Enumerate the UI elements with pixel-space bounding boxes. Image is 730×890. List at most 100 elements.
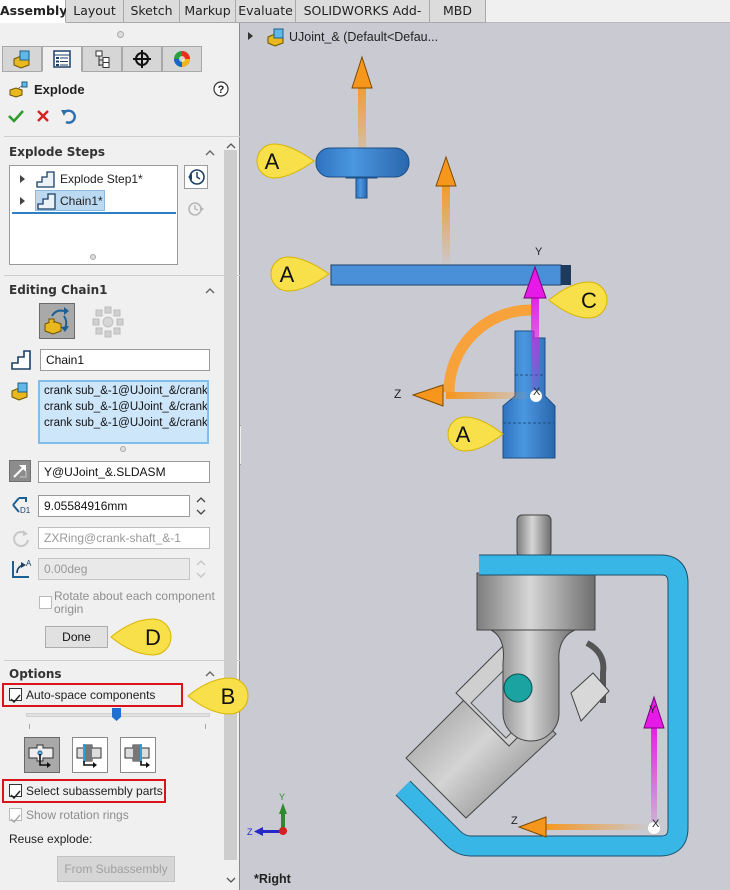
direction-button[interactable] [9, 460, 31, 482]
show-rotation-rings-checkbox[interactable] [9, 808, 22, 824]
tab-mbd[interactable]: MBD [430, 0, 486, 23]
tab-evaluate[interactable]: Evaluate [236, 0, 296, 23]
done-button[interactable]: Done [45, 626, 108, 648]
axis-label-z-bottom: Z [511, 815, 518, 827]
property-list-icon [53, 50, 71, 68]
explode-steps-list[interactable]: Explode Step1* Chain1* [9, 165, 178, 265]
explode-direction-field[interactable]: Y@UJoint_&.SLDASM [38, 461, 210, 483]
feature-manager-tab[interactable] [2, 46, 42, 72]
configuration-tree-icon [95, 50, 110, 68]
assembly-icon [13, 50, 30, 69]
list-resize-grip[interactable] [90, 254, 96, 260]
knob-part[interactable] [315, 147, 410, 199]
step-label[interactable]: Chain1* [60, 194, 103, 208]
select-subassembly-label: Select subassembly parts [26, 784, 163, 798]
panel-scrollbar-thumb[interactable] [224, 150, 237, 860]
list-resize-grip[interactable] [120, 446, 126, 452]
spacing-right-icon [124, 744, 150, 768]
spacing-mode-left-button[interactable] [72, 737, 108, 773]
distance-spinner[interactable] [194, 495, 208, 517]
component-item[interactable]: crank sub_&-1@UJoint_&/crank [44, 399, 207, 415]
rotation-angle-icon: A [12, 559, 32, 578]
explode-step-icon [36, 171, 55, 188]
step-label[interactable]: Explode Step1* [60, 172, 143, 186]
regular-step-button[interactable] [39, 303, 75, 339]
undo-icon[interactable] [60, 107, 78, 125]
component-item[interactable]: crank sub_&-1@UJoint_&/crank [44, 415, 207, 431]
chain-arrow-y[interactable] [643, 695, 665, 828]
roll-forward-clock-icon[interactable] [187, 200, 205, 218]
components-icon [11, 382, 28, 401]
tab-sketch[interactable]: Sketch [124, 0, 180, 23]
slider-tick [205, 724, 206, 729]
axis-label-z-mid: Z [394, 387, 401, 401]
svg-text:D1: D1 [20, 506, 31, 515]
callout-a-crank: A [447, 416, 504, 452]
help-icon[interactable]: ? [213, 81, 229, 97]
explode-arrow-plate[interactable] [435, 155, 457, 268]
scroll-down-arrow-icon[interactable] [226, 876, 236, 884]
radial-step-button[interactable] [90, 304, 126, 340]
property-manager-tab[interactable] [42, 46, 82, 72]
rotation-angle-field[interactable]: 0.00deg [38, 558, 190, 580]
svg-text:A: A [456, 422, 471, 447]
tab-layout[interactable]: Layout [66, 0, 124, 23]
chain-step-icon [37, 193, 56, 210]
spacing-center-icon [28, 744, 54, 768]
auto-space-checkbox[interactable] [9, 688, 22, 704]
slider-tick [29, 724, 30, 729]
scroll-up-arrow-icon[interactable] [226, 142, 236, 150]
tab-assembly[interactable]: Assembly [0, 0, 67, 23]
roll-back-button[interactable] [184, 165, 208, 189]
spacing-mode-right-button[interactable] [120, 737, 156, 773]
chain-arrow-z[interactable] [517, 816, 651, 838]
radial-explode-icon [92, 306, 124, 338]
collapse-chevron-icon[interactable] [205, 286, 215, 296]
svg-text:C: C [581, 288, 597, 313]
appearance-ball-icon [174, 51, 190, 67]
rotate-about-origin-checkbox[interactable] [39, 596, 52, 609]
display-manager-tab[interactable] [162, 46, 202, 72]
expand-arrow-icon[interactable] [20, 197, 26, 205]
component-item[interactable]: crank sub_&-1@UJoint_&/crank [44, 383, 207, 399]
command-manager-tabs: Assembly Layout Sketch Markup Evaluate S… [0, 0, 730, 40]
axis-label-y-bottom: Y [649, 704, 657, 716]
rotation-axis-icon [13, 530, 29, 547]
dimxpert-manager-tab[interactable] [122, 46, 162, 72]
rotation-axis-field[interactable]: ZXRing@crank-shaft_&-1 [38, 527, 210, 549]
triad-z-label: Z [247, 827, 253, 837]
tab-solidworks-addins[interactable]: SOLIDWORKS Add-Ins [296, 0, 430, 40]
from-subassembly-button[interactable]: From Subassembly [57, 856, 175, 882]
step-name-icon [11, 350, 31, 370]
collapse-chevron-icon[interactable] [205, 148, 215, 158]
axis-label-x-mid: X [533, 386, 541, 398]
select-subassembly-checkbox[interactable] [9, 784, 22, 800]
selected-components-list[interactable]: crank sub_&-1@UJoint_&/crank crank sub_&… [38, 380, 209, 444]
step-name-field[interactable]: Chain1 [40, 349, 210, 371]
svg-text:A: A [280, 262, 295, 287]
view-orientation-label: *Right [254, 872, 291, 886]
callout-b: B [187, 677, 249, 715]
svg-text:A: A [26, 559, 32, 568]
axis-label-y-top: Y [535, 246, 543, 258]
configuration-manager-tab[interactable] [82, 46, 122, 72]
explode-distance-field[interactable]: 9.05584916mm [38, 495, 190, 517]
options-title: Options [9, 667, 62, 681]
svg-text:A: A [265, 149, 280, 174]
tab-markup[interactable]: Markup [180, 0, 236, 23]
spacing-slider-thumb[interactable] [111, 707, 122, 722]
ok-check-icon[interactable] [8, 109, 24, 123]
cancel-x-icon[interactable] [36, 109, 50, 123]
spacing-left-icon [76, 744, 102, 768]
panel-resize-grip[interactable] [117, 31, 124, 38]
svg-text:?: ? [218, 84, 225, 96]
reuse-explode-label: Reuse explode: [9, 832, 93, 846]
spacing-mode-center-button[interactable] [24, 737, 60, 773]
translate-component-icon [44, 307, 69, 335]
callout-a-plate: A [270, 256, 330, 292]
angle-spinner[interactable] [194, 558, 208, 580]
expand-arrow-icon[interactable] [20, 175, 26, 183]
triad-y-label: Y [279, 792, 285, 802]
reference-triad: Y Z [247, 792, 287, 837]
rotate-about-origin-label: Rotate about each component origin [54, 589, 215, 616]
